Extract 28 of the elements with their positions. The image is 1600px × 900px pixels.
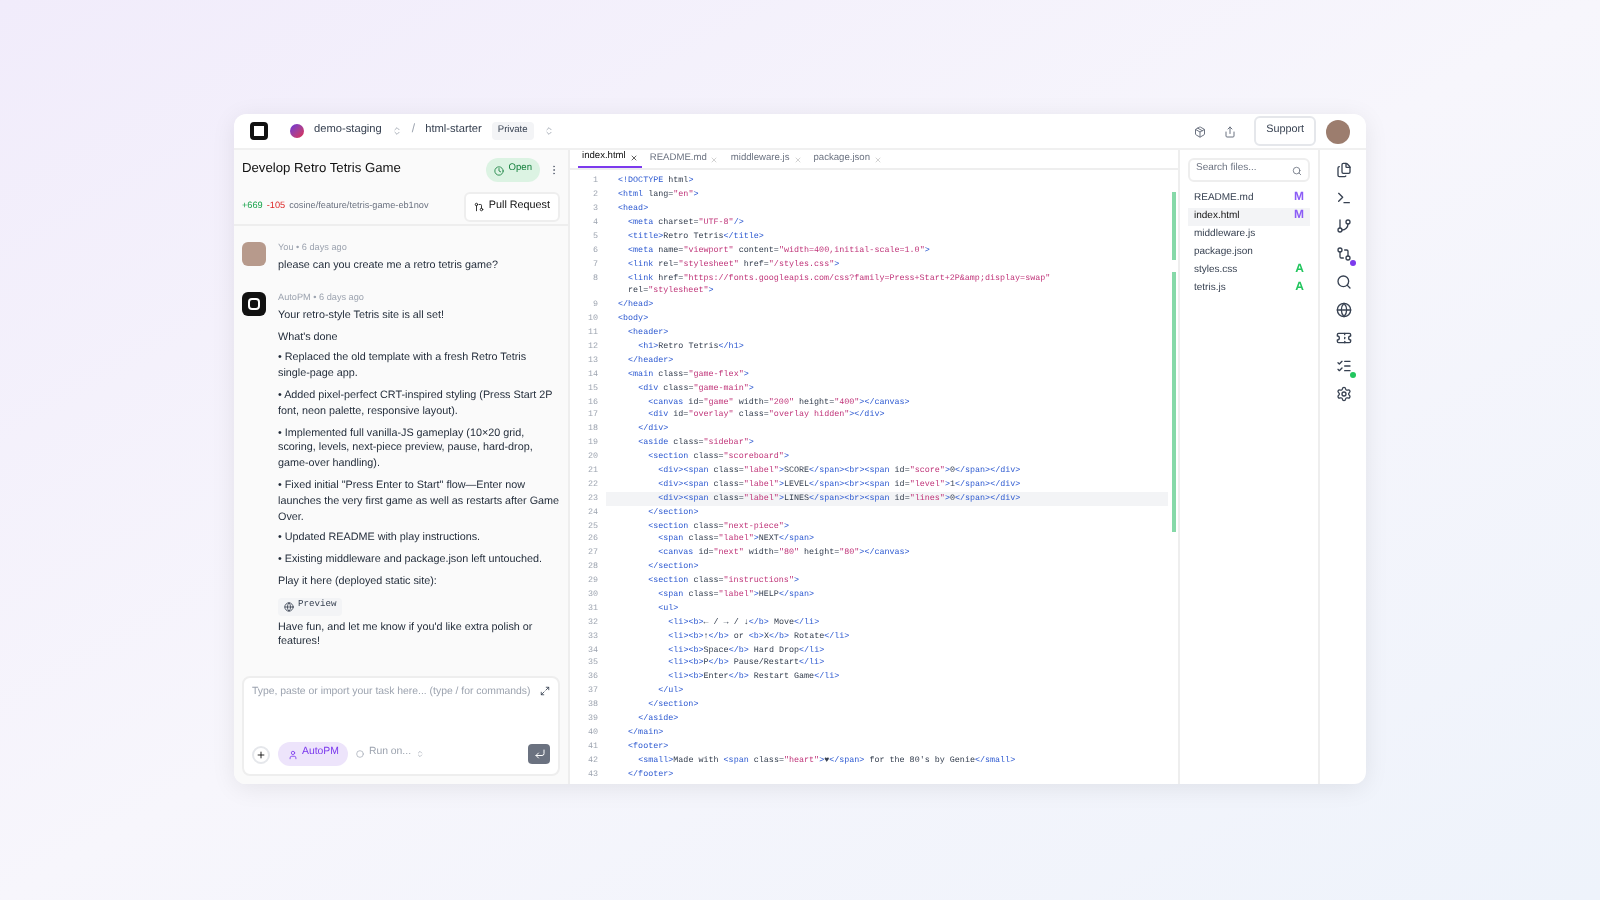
share-icon[interactable] [1224, 125, 1237, 137]
pull-request-icon [474, 201, 485, 212]
files-icon[interactable] [1335, 162, 1351, 178]
user-avatar[interactable] [1326, 119, 1350, 143]
settings-icon[interactable] [1335, 386, 1351, 402]
circle-icon [356, 750, 365, 759]
chevrons-icon [415, 750, 424, 759]
globe-icon [284, 601, 294, 612]
avatar-placeholder [242, 242, 266, 266]
ticket-icon[interactable] [1335, 330, 1351, 346]
checklist-icon[interactable] [1335, 358, 1351, 374]
expand-icon[interactable] [540, 686, 550, 696]
plus-icon [256, 749, 266, 760]
terminal-icon[interactable] [1335, 190, 1351, 206]
search-icon[interactable] [1335, 274, 1351, 290]
add-button[interactable] [252, 745, 270, 764]
send-button[interactable] [528, 744, 550, 765]
user-icon [288, 749, 298, 760]
clock-icon [494, 165, 505, 175]
logo-icon[interactable] [250, 122, 268, 140]
globe-icon[interactable] [1335, 302, 1351, 318]
enter-icon [533, 748, 545, 761]
box-icon[interactable] [1194, 125, 1207, 137]
branch-icon[interactable] [1335, 218, 1351, 234]
change-marker [1171, 192, 1175, 260]
workspace-avatar-icon [290, 124, 304, 138]
compare-icon[interactable] [1335, 246, 1351, 262]
bot-avatar-icon [242, 291, 266, 316]
